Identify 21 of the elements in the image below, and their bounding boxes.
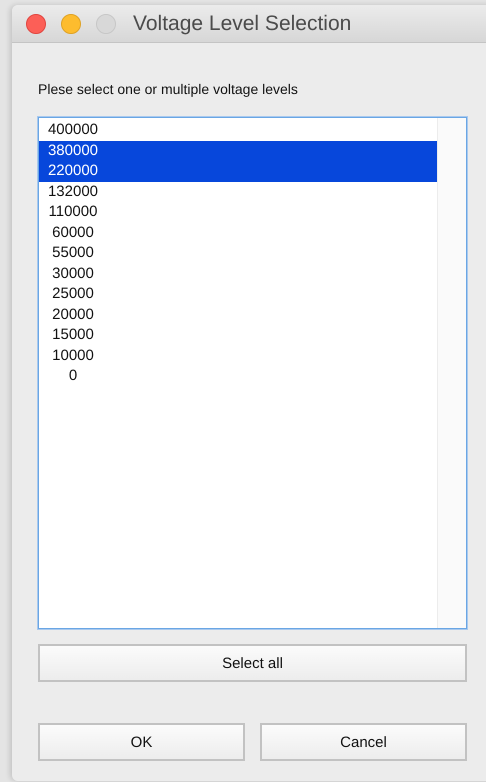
zoom-icon[interactable]	[96, 14, 116, 34]
list-item[interactable]: 132000	[39, 182, 437, 202]
close-icon[interactable]	[26, 14, 46, 34]
ok-button[interactable]: OK	[38, 723, 245, 761]
list-item[interactable]: 400000	[39, 120, 437, 140]
list-item[interactable]: 10000	[39, 346, 437, 366]
list-item[interactable]: 20000	[39, 304, 437, 325]
select-all-button[interactable]: Select all	[38, 644, 467, 682]
list-item[interactable]: 15000	[39, 325, 437, 346]
list-item[interactable]: 55000	[39, 243, 437, 264]
list-item[interactable]: 30000	[39, 264, 437, 284]
window-title: Voltage Level Selection	[133, 12, 352, 36]
list-item[interactable]: 25000	[39, 284, 437, 304]
cancel-button[interactable]: Cancel	[260, 723, 467, 761]
list-item[interactable]: 60000	[39, 222, 437, 243]
list-item[interactable]: 110000	[39, 202, 437, 222]
instruction-text: Plese select one or multiple voltage levels	[38, 81, 299, 99]
list-item[interactable]: 220000	[39, 161, 437, 182]
minimize-icon[interactable]	[61, 14, 81, 34]
list-item[interactable]: 380000	[39, 140, 437, 161]
list-item[interactable]: 0	[39, 366, 437, 386]
